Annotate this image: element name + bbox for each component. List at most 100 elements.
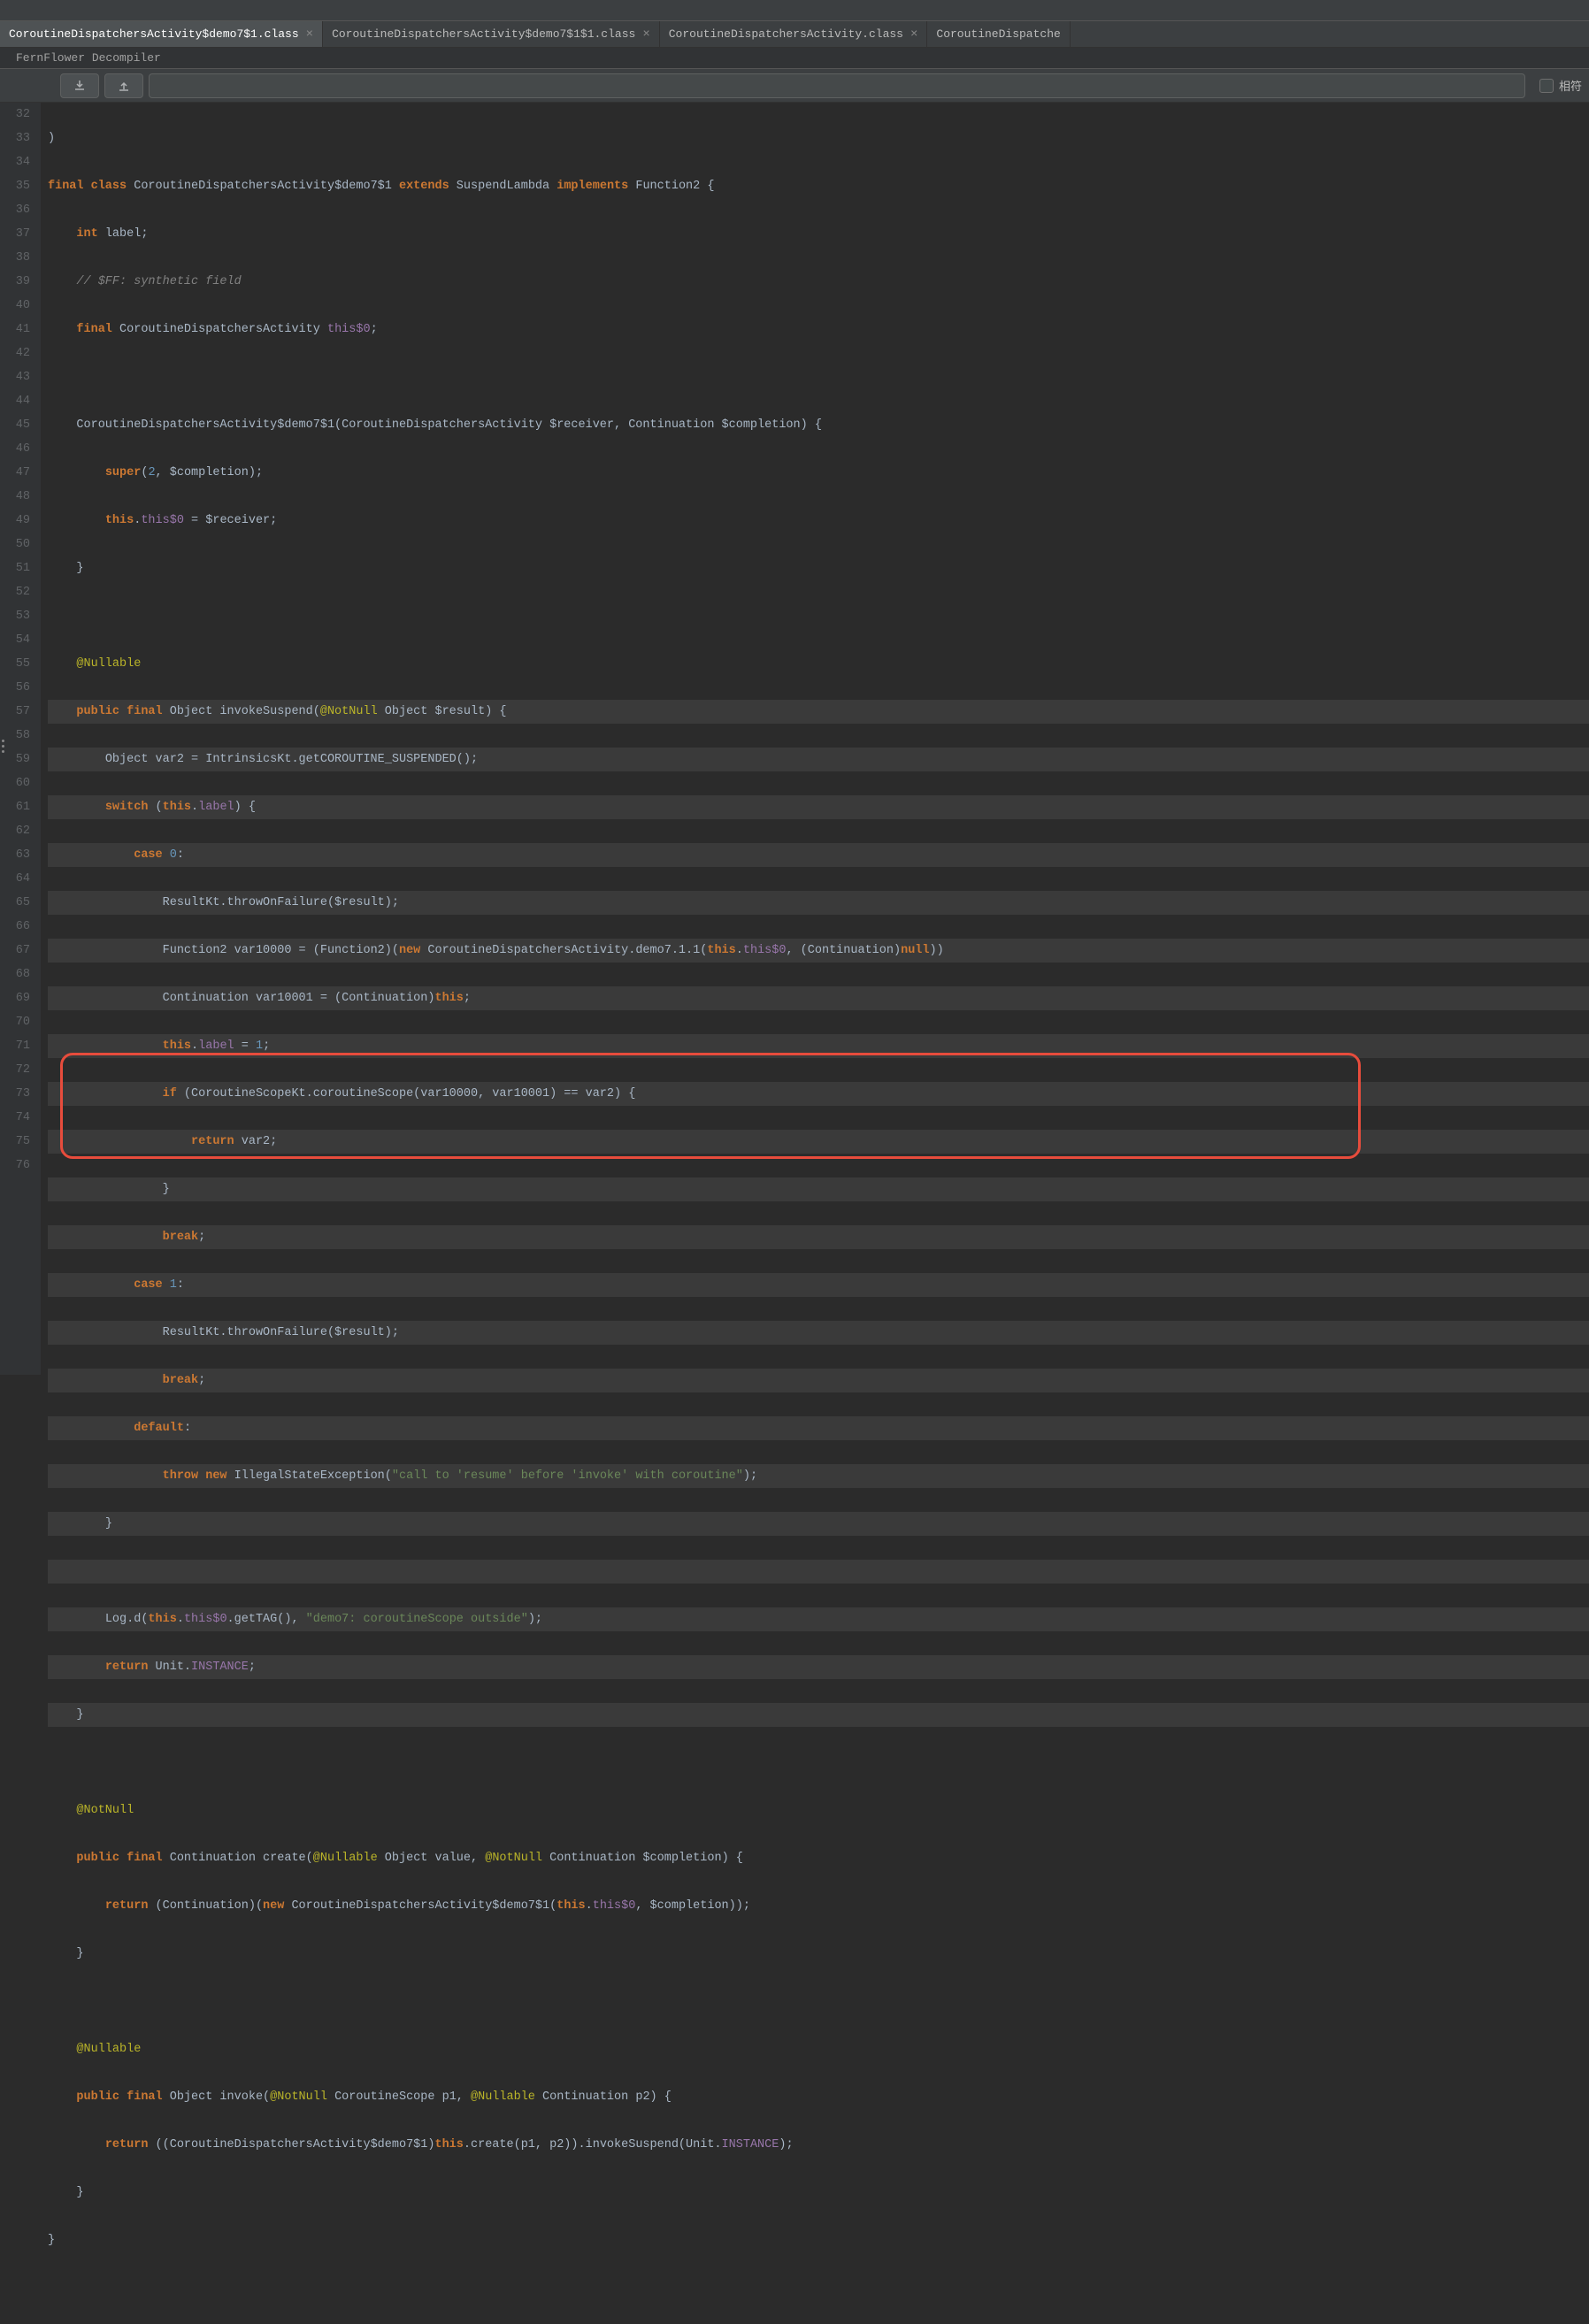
code-text: this$0 <box>141 514 184 527</box>
code-text: new <box>399 944 420 957</box>
code-text: ; <box>249 1661 256 1674</box>
title-bar <box>0 0 1589 21</box>
decompiler-banner: FernFlower Decompiler <box>0 48 1589 69</box>
upload-icon <box>118 80 130 92</box>
code-text: @Nullable <box>471 2090 535 2104</box>
tab-dispatche[interactable]: CoroutineDispatche <box>927 21 1070 47</box>
code-text: this$0 <box>327 323 371 336</box>
code-text: ); <box>528 1613 542 1626</box>
code-text: case <box>134 848 170 862</box>
code-text: this$0 <box>593 1899 636 1913</box>
find-toolbar: 相符 <box>0 69 1589 103</box>
upload-button[interactable] <box>104 73 143 98</box>
tab-label: CoroutineDispatche <box>936 27 1060 41</box>
code-text: this <box>434 992 463 1005</box>
code-text: new <box>263 1899 284 1913</box>
code-text: Continuation create( <box>163 1852 313 1865</box>
tab-activity[interactable]: CoroutineDispatchersActivity.class × <box>660 21 928 47</box>
tab-label: CoroutineDispatchersActivity.class <box>669 27 903 41</box>
code-text: CoroutineDispatchersActivity$demo7$1 <box>127 180 399 193</box>
code-text: } <box>76 2186 83 2199</box>
code-text: return <box>105 1661 149 1674</box>
code-text: : <box>184 1422 191 1435</box>
code-text: super <box>105 466 142 479</box>
code-text: this <box>434 2138 463 2151</box>
code-text: break <box>163 1231 199 1244</box>
code-text: 2 <box>148 466 155 479</box>
code-text: ; <box>198 1231 205 1244</box>
code-text: if <box>163 1087 177 1101</box>
gutter-dots-icon <box>2 740 4 753</box>
code-text: ) <box>48 132 55 145</box>
code-text: @NotNull <box>485 1852 542 1865</box>
code-text: SuspendLambda <box>449 180 557 193</box>
code-text: 1 <box>256 1039 263 1053</box>
code-text: CoroutineScope p1, <box>327 2090 471 2104</box>
code-text: var2; <box>234 1135 278 1148</box>
code-text: public final <box>76 705 162 718</box>
match-label: 相符 <box>1559 77 1582 94</box>
code-text: "call to 'resume' before 'invoke' with c… <box>392 1469 743 1483</box>
code-text: . <box>177 1613 184 1626</box>
close-icon[interactable]: × <box>642 27 649 42</box>
tab-demo7-1[interactable]: CoroutineDispatchersActivity$demo7$1.cla… <box>0 21 323 47</box>
tab-label: CoroutineDispatchersActivity$demo7$1$1.c… <box>332 27 635 41</box>
code-text: label; <box>98 227 149 241</box>
code-text: this$0 <box>184 1613 227 1626</box>
code-text: } <box>76 562 83 575</box>
editor-area: 3233343536373839404142434445464748495051… <box>0 103 1589 1375</box>
code-text: 1 <box>170 1278 177 1292</box>
download-button[interactable] <box>60 73 99 98</box>
code-text: 0 <box>170 848 177 862</box>
close-icon[interactable]: × <box>306 27 313 42</box>
code-text: ) { <box>234 801 256 814</box>
match-checkbox-wrap[interactable]: 相符 <box>1539 77 1582 94</box>
close-icon[interactable]: × <box>910 27 917 42</box>
code-text: Function2 var10000 = (Function2)( <box>163 944 399 957</box>
code-text: ); <box>779 2138 793 2151</box>
code-text: } <box>105 1517 112 1530</box>
code-text: ; <box>371 323 378 336</box>
code-text: null <box>901 944 929 957</box>
editor-tabs: CoroutineDispatchersActivity$demo7$1.cla… <box>0 21 1589 48</box>
code-text: INSTANCE <box>191 1661 249 1674</box>
code-text: IllegalStateException( <box>227 1469 392 1483</box>
code-text: Object invoke( <box>163 2090 271 2104</box>
code-text: Object $result) <box>378 705 500 718</box>
code-text: this$0 <box>743 944 787 957</box>
code-text: switch <box>105 801 149 814</box>
code-text: @Nullable <box>76 657 141 671</box>
code-text: // $FF: synthetic field <box>76 275 241 288</box>
code-text: this <box>557 1899 585 1913</box>
code-text: Log.d( <box>105 1613 149 1626</box>
code-text: } <box>76 1947 83 1960</box>
code-text: CoroutineDispatchersActivity <box>112 323 327 336</box>
code-text: @Nullable <box>76 2043 141 2056</box>
code-text: @NotNull <box>76 1804 134 1817</box>
checkbox-icon[interactable] <box>1539 79 1554 93</box>
code-text: this <box>105 514 134 527</box>
code-text: break <box>163 1374 199 1387</box>
tab-demo7-1-1[interactable]: CoroutineDispatchersActivity$demo7$1$1.c… <box>323 21 660 47</box>
code-text: } <box>48 2234 55 2247</box>
code-text: = $receiver; <box>184 514 277 527</box>
code-text: ( <box>148 801 162 814</box>
code-text: Unit. <box>148 1661 191 1674</box>
code-text: { <box>499 705 506 718</box>
code-text: case <box>134 1278 170 1292</box>
code-text: extends <box>399 180 449 193</box>
line-gutter: 3233343536373839404142434445464748495051… <box>0 103 41 1375</box>
code-text: ResultKt.throwOnFailure($result); <box>163 1326 399 1339</box>
code-text: Object var2 = IntrinsicsKt.getCOROUTINE_… <box>105 753 478 766</box>
code-text: .getTAG(), <box>227 1613 306 1626</box>
code-text: : <box>177 1278 184 1292</box>
code-text: .create(p1, p2)).invokeSuspend(Unit. <box>464 2138 722 2151</box>
code-text: Continuation p2) { <box>535 2090 672 2104</box>
code-text: return <box>191 1135 234 1148</box>
code-text: : <box>177 848 184 862</box>
code-text: this <box>707 944 735 957</box>
code-text: ; <box>198 1374 205 1387</box>
search-input[interactable] <box>149 73 1525 98</box>
code-text: = <box>234 1039 256 1053</box>
code-content[interactable]: ) final class CoroutineDispatchersActivi… <box>41 103 1589 1375</box>
